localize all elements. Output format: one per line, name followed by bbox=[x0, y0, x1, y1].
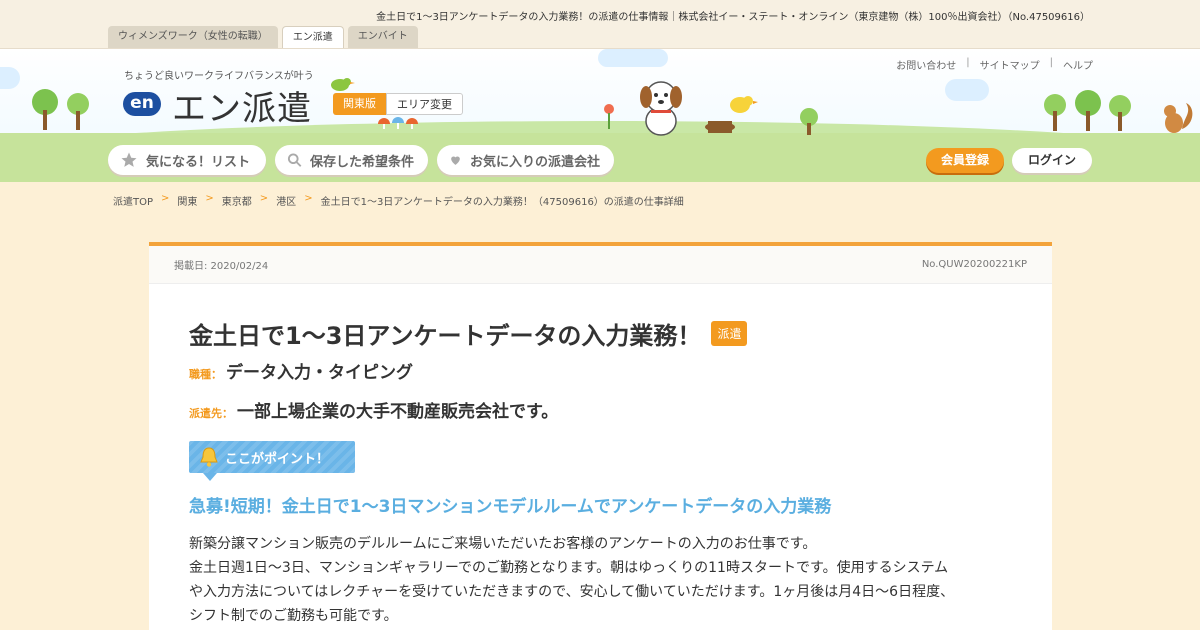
bell-icon bbox=[200, 447, 218, 467]
current-region: 関東版 bbox=[333, 93, 386, 115]
squirrel-illustration bbox=[1164, 103, 1193, 133]
employment-type-badge: 派遣 bbox=[711, 321, 748, 346]
breadcrumb-separator-icon: > bbox=[161, 193, 170, 204]
en-logo-mark[interactable]: en bbox=[123, 92, 161, 116]
key-point-text: ここがポイント！ bbox=[225, 451, 330, 467]
breadcrumb-separator-icon: > bbox=[259, 193, 269, 204]
key-point-label: ここがポイント！ bbox=[189, 441, 355, 481]
breadcrumb-current: 金土日で1～3日アンケートデータの入力業務！（47509616）の派遣の仕事詳細 bbox=[320, 197, 684, 208]
divider: | bbox=[1049, 57, 1053, 68]
trees-illustration-left bbox=[32, 89, 89, 130]
breadcrumb-minato[interactable]: 港区 bbox=[276, 193, 296, 208]
breadcrumb-tokyo[interactable]: 東京都 bbox=[222, 193, 252, 208]
bird-on-logo-icon bbox=[331, 78, 355, 91]
posted-date: 掲載日: 2020/02/24 bbox=[174, 261, 269, 272]
breadcrumb-top[interactable]: 派遣TOP bbox=[113, 193, 153, 208]
job-number: No.QUW20200221KP bbox=[921, 259, 1027, 270]
job-meta-bar: 掲載日: 2020/02/24 No.QUW20200221KP bbox=[149, 246, 1052, 284]
breadcrumb: 派遣TOP > 関東 > 東京都 > 港区 > 金土日で1～3日アンケートデータ… bbox=[113, 193, 684, 208]
page-heading: 金土日で1～3日アンケートデータの入力業務！の派遣の仕事情報｜株式会社イー・ステ… bbox=[376, 12, 1090, 23]
job-title-row: 金土日で1～3日アンケートデータの入力業務！ 派遣 bbox=[189, 316, 748, 351]
divider: | bbox=[966, 57, 970, 68]
change-region-button[interactable]: エリア変更 bbox=[386, 93, 463, 115]
dispatch-destination-row: 派遣先： 一部上場企業の大手不動産販売会社です。 bbox=[189, 397, 558, 422]
tab-womens-work[interactable]: ウィメンズワーク（女性の転職） bbox=[108, 26, 278, 48]
tab-en-baito[interactable]: エンバイト bbox=[347, 26, 418, 48]
job-detail-card: 掲載日: 2020/02/24 No.QUW20200221KP 金土日で1～3… bbox=[149, 242, 1052, 630]
description-line: 金土日週1日～3日、マンションギャラリーでのご勤務となります。朝はゆっくりの11… bbox=[189, 560, 949, 576]
site-tabs: ウィメンズワーク（女性の転職） エン派遣 エンバイト bbox=[108, 26, 418, 49]
favorites-list-button[interactable]: 気になる！リスト bbox=[108, 145, 266, 175]
tab-en-haken[interactable]: エン派遣 bbox=[281, 26, 344, 49]
stump-bird-illustration bbox=[705, 96, 758, 133]
mushroom-icons bbox=[378, 117, 418, 129]
flower-icon bbox=[604, 104, 614, 129]
site-header: ちょうど良いワークライフバランスが叶う en エン派遣 関東版 エリア変更 お問… bbox=[0, 48, 1200, 182]
register-button[interactable]: 会員登録 bbox=[926, 148, 1004, 173]
description-line: 新築分譲マンション販売のデルルームにご来場いただいたお客様のアンケートの入力のお… bbox=[189, 536, 817, 552]
favorite-agencies-label: お気に入りの派遣会社 bbox=[469, 154, 600, 170]
site-logo[interactable]: エン派遣 bbox=[172, 81, 312, 130]
saved-search-button[interactable]: 保存した希望条件 bbox=[275, 145, 428, 175]
catch-copy: 急募!短期！金土日で1～3日マンションモデルルームでアンケートデータの入力業務 bbox=[189, 497, 832, 517]
dispatch-destination-label: 派遣先： bbox=[189, 407, 233, 420]
breadcrumb-separator-icon: > bbox=[304, 193, 313, 204]
job-type-label: 職種： bbox=[189, 368, 222, 381]
utility-links: お問い合わせ | サイトマップ | ヘルプ bbox=[896, 57, 1093, 72]
favorite-agencies-button[interactable]: お気に入りの派遣会社 bbox=[437, 145, 614, 175]
job-type-value: データ入力・タイピング bbox=[226, 363, 413, 383]
description-line: や入力方法についてはレクチャーを受けていただきますので、安心して働いていただけま… bbox=[189, 584, 955, 600]
job-type-row: 職種： データ入力・タイピング bbox=[189, 358, 413, 383]
job-description: 新築分譲マンション販売のデルルームにご来場いただいたお客様のアンケートの入力のお… bbox=[189, 532, 1014, 628]
site-tagline: ちょうど良いワークライフバランスが叶う bbox=[124, 71, 314, 82]
login-button[interactable]: ログイン bbox=[1012, 148, 1092, 173]
dispatch-destination-value: 一部上場企業の大手不動産販売会社です。 bbox=[237, 402, 559, 422]
star-icon bbox=[121, 152, 137, 167]
region-selector: 関東版 エリア変更 bbox=[333, 93, 463, 115]
breadcrumb-kanto[interactable]: 関東 bbox=[177, 193, 197, 208]
favorites-list-label: 気になる！リスト bbox=[146, 154, 251, 170]
description-line: シフト制でのご勤務も可能です。 bbox=[189, 608, 398, 624]
job-title: 金土日で1～3日アンケートデータの入力業務！ bbox=[189, 322, 702, 350]
trees-illustration-right bbox=[1044, 90, 1131, 131]
sitemap-link[interactable]: サイトマップ bbox=[980, 57, 1040, 72]
top-strip: 金土日で1～3日アンケートデータの入力業務！の派遣の仕事情報｜株式会社イー・ステ… bbox=[0, 0, 1200, 49]
dog-illustration bbox=[640, 81, 682, 136]
contact-link[interactable]: お問い合わせ bbox=[896, 57, 956, 72]
heart-icon bbox=[451, 156, 460, 165]
small-tree-icon bbox=[800, 108, 818, 135]
saved-search-label: 保存した希望条件 bbox=[309, 154, 414, 170]
breadcrumb-separator-icon: > bbox=[205, 193, 214, 204]
search-icon bbox=[287, 153, 302, 167]
help-link[interactable]: ヘルプ bbox=[1063, 57, 1093, 72]
